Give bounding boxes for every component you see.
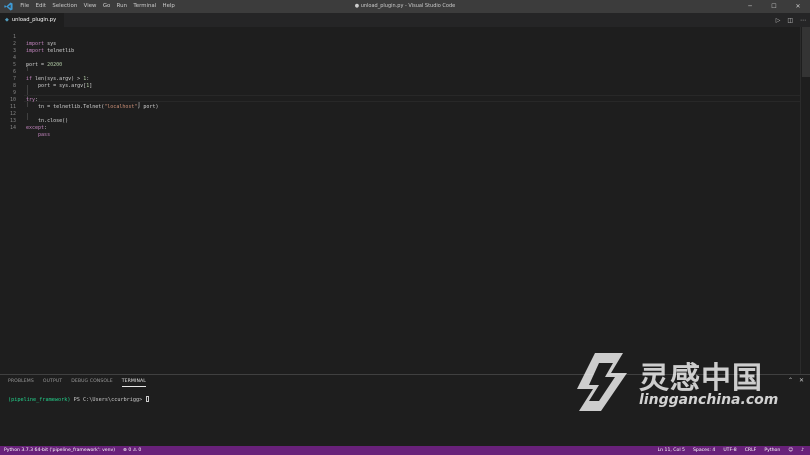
problems-count[interactable]: ⊗ 0 ⚠ 0 <box>119 446 145 455</box>
editor-scrollbar[interactable] <box>800 27 810 374</box>
close-panel-icon[interactable]: ✕ <box>799 377 804 384</box>
code-token: : <box>44 125 48 131</box>
status-right: Ln 11, Col 5 Spaces: 4 UTF-8 CRLF Python… <box>654 446 808 455</box>
code-line: 1 import sys <box>0 27 800 47</box>
title-bar: File Edit Selection View Go Run Terminal… <box>0 0 810 13</box>
terminal-cursor <box>146 396 150 402</box>
panel-tabs: PROBLEMS OUTPUT DEBUG CONSOLE TERMINAL <box>8 379 146 387</box>
menu-go[interactable]: Go <box>100 0 114 13</box>
run-icon[interactable]: ▷ <box>776 17 781 24</box>
code-line: 6 if len(sys.argv) > 1: <box>0 62 800 82</box>
status-bar: Python 3.7.3 64-bit ('pipeline_framework… <box>0 446 810 455</box>
minimize-button[interactable]: ─ <box>738 0 762 13</box>
line-endings[interactable]: CRLF <box>741 446 761 455</box>
code-line: 12 tn.close() <box>0 104 800 124</box>
menu-view[interactable]: View <box>80 0 99 13</box>
code-line: 3 <box>0 41 800 54</box>
menu-help[interactable]: Help <box>159 0 178 13</box>
editor-tab-bar: ◆ unload_plugin.py <box>0 13 810 27</box>
more-actions-icon[interactable]: ⋯ <box>800 17 806 24</box>
code-line: 9 try: <box>0 83 800 103</box>
menu-file[interactable]: File <box>17 0 32 13</box>
line-number: 14 <box>9 125 16 131</box>
feedback-icon[interactable]: ☺ <box>784 446 797 455</box>
editor-actions: ▷ ◫ ⋯ <box>776 13 806 27</box>
menu-terminal[interactable]: Terminal <box>130 0 159 13</box>
watermark-logo-icon <box>577 353 627 411</box>
vscode-logo-icon <box>4 2 13 11</box>
menu-run[interactable]: Run <box>113 0 130 13</box>
python-interpreter[interactable]: Python 3.7.3 64-bit ('pipeline_framework… <box>0 446 119 455</box>
watermark-url: lingganchina.com <box>639 392 779 408</box>
tab-problems[interactable]: PROBLEMS <box>8 379 34 387</box>
code-line: 10 tn = telnetlib.Telnet("localhost", po… <box>0 90 800 110</box>
tab-terminal[interactable]: TERMINAL <box>121 379 146 387</box>
python-file-icon: ◆ <box>5 17 9 23</box>
code-line: 2 import telnetlib <box>0 34 800 54</box>
bell-icon[interactable]: ♪ <box>797 446 808 455</box>
menu-selection[interactable]: Selection <box>49 0 80 13</box>
tab-debug-console[interactable]: DEBUG CONSOLE <box>71 379 113 387</box>
terminal-env: (pipeline_framework) <box>8 397 71 403</box>
cursor-position[interactable]: Ln 11, Col 5 <box>654 446 689 455</box>
panel-actions: ⌃ ✕ <box>788 377 804 384</box>
scrollbar-thumb[interactable] <box>802 27 810 77</box>
code-line: 5 <box>0 55 800 68</box>
menu-edit[interactable]: Edit <box>32 0 49 13</box>
watermark: 灵感中国 lingganchina.com <box>573 351 788 415</box>
menu-bar: File Edit Selection View Go Run Terminal… <box>17 0 178 13</box>
tab-unload-plugin[interactable]: ◆ unload_plugin.py <box>0 13 64 27</box>
code-line: 4 port = 20200 <box>0 48 800 68</box>
code-line: 7 port = sys.argv[1] <box>0 69 800 89</box>
window-controls: ─ ☐ ✕ <box>738 0 810 13</box>
mouse-cursor-icon: I <box>138 101 141 109</box>
maximize-button[interactable]: ☐ <box>762 0 786 13</box>
split-editor-icon[interactable]: ◫ <box>787 17 793 24</box>
indentation[interactable]: Spaces: 4 <box>689 446 719 455</box>
code-token: except <box>26 125 45 131</box>
chevron-up-icon[interactable]: ⌃ <box>788 377 793 384</box>
language-mode[interactable]: Python <box>760 446 784 455</box>
close-window-button[interactable]: ✕ <box>786 0 810 13</box>
code-line: 11 <box>0 97 800 110</box>
code-token: pass <box>26 132 51 138</box>
code-line: 14 pass <box>0 118 800 138</box>
watermark-text: 灵感中国 <box>639 361 763 396</box>
code-line: 8 <box>0 76 800 89</box>
code-editor[interactable]: 1 import sys 2 import telnetlib 3 4 port… <box>0 27 800 374</box>
encoding[interactable]: UTF-8 <box>719 446 740 455</box>
terminal-prompt: PS C:\Users\ccurbrigg> <box>70 397 146 403</box>
tab-output[interactable]: OUTPUT <box>43 379 62 387</box>
code-line: 13 except: <box>0 111 800 131</box>
terminal-prompt-line[interactable]: (pipeline_framework) PS C:\Users\ccurbri… <box>8 396 150 403</box>
tab-label: unload_plugin.py <box>11 17 57 23</box>
